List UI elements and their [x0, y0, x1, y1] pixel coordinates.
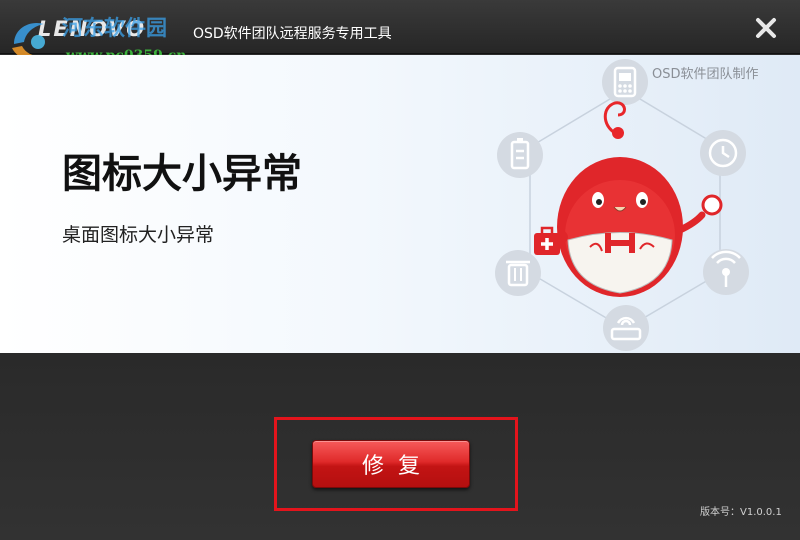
battery-icon — [497, 132, 543, 178]
mascot-character — [534, 101, 723, 297]
repair-button[interactable]: 修复 — [312, 440, 470, 488]
content-panel: OSD软件团队制作 图标大小异常 桌面图标大小异常 — [0, 55, 800, 353]
watermark-name: 河东软件园 — [62, 16, 167, 40]
issue-title: 图标大小异常 — [62, 151, 302, 197]
clock-icon — [700, 130, 746, 176]
mascot-illustration — [495, 59, 749, 351]
app-title: OSD软件团队远程服务专用工具 — [193, 26, 392, 42]
action-area: 修复 版本号：V1.0.0.1 — [0, 353, 800, 540]
version-label: 版本号：V1.0.0.1 — [700, 507, 782, 518]
issue-description: 桌面图标大小异常 — [62, 224, 215, 246]
medical-kit-icon — [534, 226, 560, 255]
router-icon — [603, 305, 649, 351]
close-icon[interactable] — [752, 14, 780, 42]
trash-icon — [495, 250, 541, 296]
wifi-icon — [703, 249, 749, 295]
magnify-icon — [701, 194, 723, 216]
phone-icon — [602, 59, 648, 105]
